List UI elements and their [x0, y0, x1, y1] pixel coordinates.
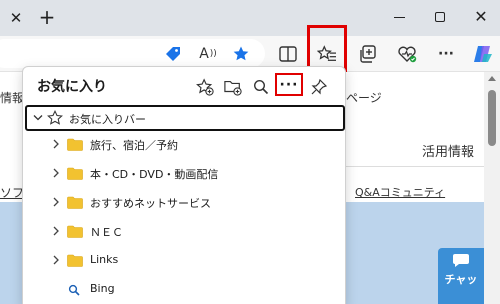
- more-menu-label: ···: [438, 46, 454, 62]
- address-bar[interactable]: [0, 39, 265, 68]
- add-favorite-icon[interactable]: [193, 75, 217, 99]
- star-outline-icon: [47, 110, 63, 125]
- copilot-icon[interactable]: [470, 41, 496, 67]
- chat-label: チャッ: [444, 273, 478, 286]
- favorite-folder-row[interactable]: ＮＥＣ: [23, 218, 345, 246]
- nav-item-katsuyou[interactable]: 活用情報: [422, 141, 474, 160]
- folder-icon: [67, 138, 83, 151]
- link-left[interactable]: ソフ: [0, 184, 24, 201]
- chevron-down-icon[interactable]: [33, 114, 43, 122]
- folder-icon: [67, 254, 83, 267]
- favorites-panel: お気に入り ··· お気に入りバー 旅行、宿泊／予約 本・CD・DVD・動画配信…: [22, 66, 346, 304]
- favorites-title: お気に入り: [37, 79, 107, 95]
- shopping-tag-icon[interactable]: [160, 41, 186, 67]
- chevron-right-icon[interactable]: [51, 254, 61, 266]
- collections-icon[interactable]: [355, 41, 381, 67]
- search-favorites-icon[interactable]: [249, 75, 273, 99]
- scroll-thumb[interactable]: [488, 90, 496, 146]
- folder-icon: [67, 196, 83, 209]
- folder-icon: [67, 167, 83, 180]
- favorite-folder-label: Links: [90, 253, 119, 266]
- page-scrollbar[interactable]: [484, 72, 500, 304]
- favorites-bar-row[interactable]: お気に入りバー: [25, 105, 345, 131]
- more-options-icon: ···: [279, 77, 299, 93]
- folder-icon: [67, 225, 83, 238]
- more-icon[interactable]: ···: [433, 41, 459, 67]
- nav-left-text[interactable]: 情報: [0, 89, 24, 106]
- qa-community-link[interactable]: Q&Aコミュニティ: [355, 184, 445, 200]
- title-bar: ✕ + ✕: [0, 0, 500, 36]
- favorite-link-row[interactable]: Bing: [23, 276, 345, 304]
- chevron-right-icon[interactable]: [51, 225, 61, 237]
- favorite-folder-label: ＮＥＣ: [90, 226, 123, 239]
- read-aloud-icon[interactable]: A)): [195, 41, 221, 67]
- chevron-right-icon[interactable]: [51, 138, 61, 150]
- favorites-bar-label: お気に入りバー: [69, 113, 146, 126]
- favorite-star-icon[interactable]: [228, 41, 254, 67]
- favorite-folder-label: 本・CD・DVD・動画配信: [90, 168, 219, 181]
- favorite-folder-row[interactable]: 本・CD・DVD・動画配信: [23, 160, 345, 188]
- window-close-button[interactable]: ✕: [469, 6, 493, 28]
- maximize-button[interactable]: [428, 6, 452, 28]
- bing-search-icon: [68, 284, 80, 296]
- favorite-folder-row[interactable]: Links: [23, 247, 345, 275]
- chevron-right-icon[interactable]: [51, 196, 61, 208]
- more-options-button[interactable]: ···: [275, 73, 303, 96]
- split-screen-icon[interactable]: [275, 41, 301, 67]
- chat-button[interactable]: チャッ: [438, 248, 484, 304]
- favorite-folder-row[interactable]: おすすめネットサービス: [23, 189, 345, 217]
- new-tab-button[interactable]: +: [36, 6, 58, 28]
- pin-icon[interactable]: [307, 75, 331, 99]
- minimize-button[interactable]: [388, 6, 412, 28]
- tab-close-button[interactable]: ✕: [6, 8, 26, 28]
- chevron-right-icon[interactable]: [51, 167, 61, 179]
- favorite-folder-row[interactable]: 旅行、宿泊／予約: [23, 131, 345, 159]
- favorite-folder-label: おすすめネットサービス: [90, 197, 211, 210]
- nav-right-text[interactable]: ページ: [346, 89, 382, 106]
- divider: [346, 166, 484, 167]
- minimize-icon: [394, 17, 405, 18]
- favorite-folder-label: 旅行、宿泊／予約: [90, 139, 178, 152]
- add-folder-icon[interactable]: [221, 75, 245, 99]
- browser-essentials-icon[interactable]: [394, 41, 420, 67]
- favorites-button-highlight: [307, 25, 347, 72]
- scroll-up-icon[interactable]: [488, 76, 496, 81]
- read-aloud-label: A: [199, 46, 209, 62]
- favorite-link-label: Bing: [90, 282, 115, 295]
- maximize-icon: [435, 12, 445, 22]
- chat-bubble-icon: [453, 254, 469, 267]
